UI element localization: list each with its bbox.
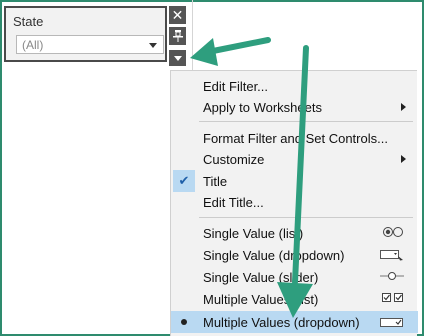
menu-item-single-value-dropdown[interactable]: Single Value (dropdown) bbox=[171, 244, 418, 266]
menu-item-label: Format Filter and Set Controls... bbox=[203, 131, 388, 146]
menu-item-label: Single Value (list) bbox=[203, 226, 304, 241]
menu-item-label: Edit Filter... bbox=[203, 79, 269, 94]
menu-item-single-value-list[interactable]: Single Value (list) bbox=[171, 222, 418, 244]
radio-buttons-icon bbox=[383, 227, 403, 237]
state-filter-dropdown[interactable]: (All) bbox=[16, 35, 164, 54]
checkbox-dropdown-icon bbox=[380, 318, 403, 327]
filter-value: (All) bbox=[22, 38, 44, 52]
menu-item-apply-to-worksheets[interactable]: Apply to Worksheets bbox=[171, 96, 418, 118]
menu-item-customize[interactable]: Customize bbox=[171, 148, 418, 170]
dropdown-icon bbox=[380, 250, 403, 261]
filter-title: State bbox=[13, 14, 44, 29]
menu-item-edit-filter[interactable]: Edit Filter... bbox=[171, 75, 418, 97]
check-icon: ✔ bbox=[173, 170, 195, 192]
checkboxes-icon bbox=[382, 293, 403, 302]
menu-item-label: Single Value (dropdown) bbox=[203, 248, 345, 263]
state-filter-card: State (All) bbox=[4, 6, 167, 62]
menu-item-label: Edit Title... bbox=[203, 195, 264, 210]
menu-item-multiple-values-list[interactable]: Multiple Values (list) bbox=[171, 288, 418, 310]
pin-icon[interactable] bbox=[169, 27, 186, 45]
menu-item-multiple-values-dropdown[interactable]: Multiple Values (dropdown) bbox=[171, 311, 418, 333]
slider-icon bbox=[380, 272, 404, 280]
close-icon[interactable]: ✕ bbox=[169, 6, 186, 24]
menu-item-title[interactable]: ✔ Title bbox=[171, 170, 418, 192]
menu-item-single-value-slider[interactable]: Single Value (slider) bbox=[171, 266, 418, 288]
menu-item-edit-title[interactable]: Edit Title... bbox=[171, 191, 418, 213]
menu-separator bbox=[199, 121, 413, 122]
filter-context-menu: Edit Filter... Apply to Worksheets Forma… bbox=[170, 70, 418, 336]
submenu-arrow-icon bbox=[401, 103, 406, 111]
menu-separator bbox=[199, 217, 413, 218]
menu-item-label: Apply to Worksheets bbox=[203, 100, 322, 115]
menu-item-label: Multiple Values (dropdown) bbox=[203, 315, 360, 330]
selected-bullet-icon bbox=[181, 319, 187, 325]
menu-arrow-icon bbox=[173, 55, 182, 61]
menu-item-label: Title bbox=[203, 174, 228, 189]
caret-down-icon bbox=[149, 43, 157, 48]
menu-item-format-filter[interactable]: Format Filter and Set Controls... bbox=[171, 127, 418, 149]
submenu-arrow-icon bbox=[401, 155, 406, 163]
filter-menu-button[interactable] bbox=[169, 50, 186, 66]
menu-item-label: Multiple Values (list) bbox=[203, 292, 319, 307]
menu-item-label: Customize bbox=[203, 152, 265, 167]
menu-item-label: Single Value (slider) bbox=[203, 270, 319, 285]
